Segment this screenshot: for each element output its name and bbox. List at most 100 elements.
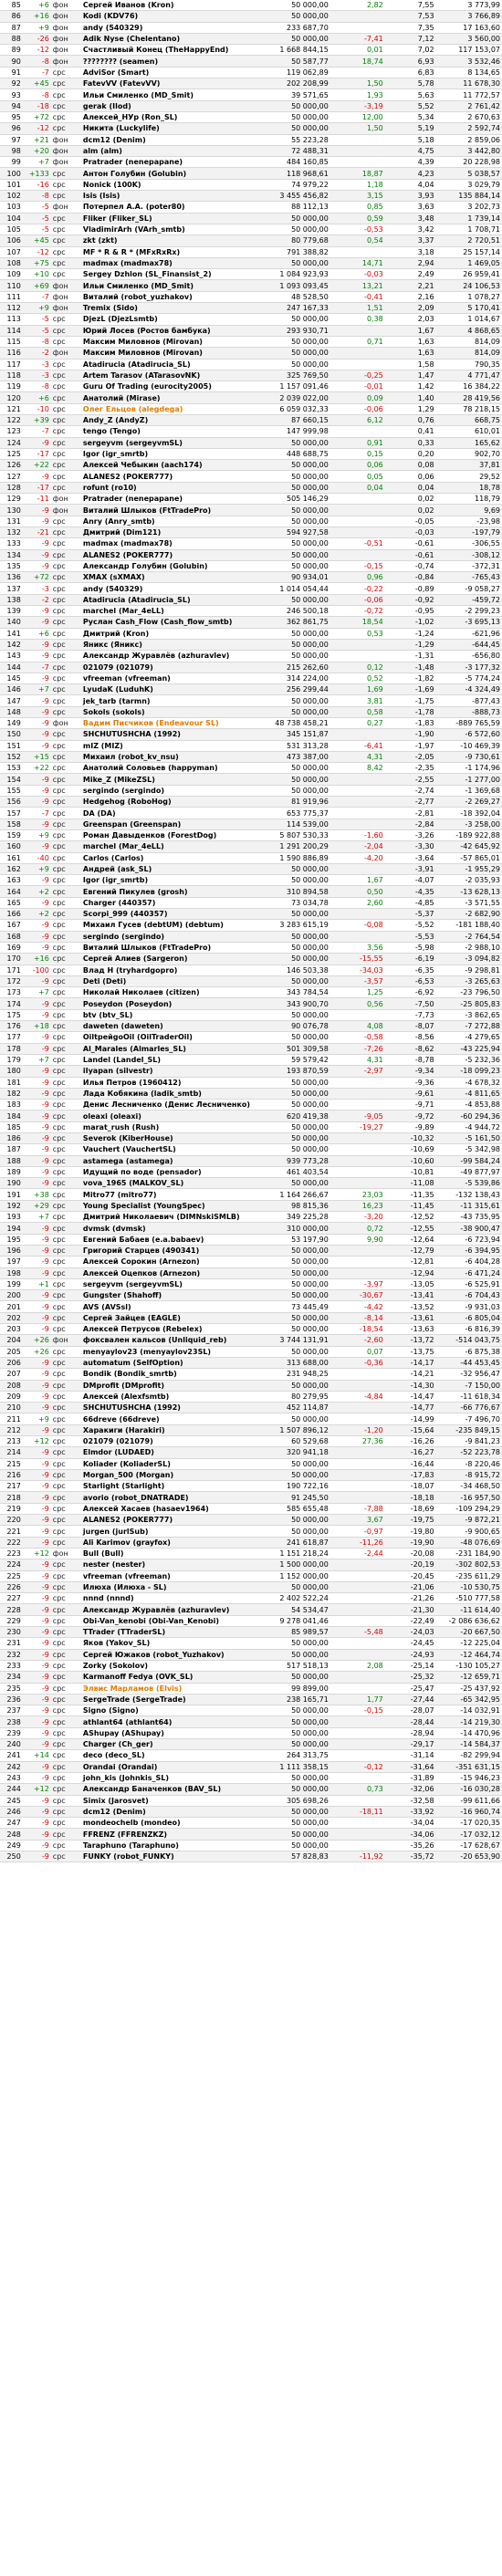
- participant-name-link[interactable]: madmax (madmax78): [80, 257, 259, 270]
- participant-name-link[interactable]: Hedgehog (RoboHog): [80, 796, 259, 808]
- participant-name-link[interactable]: Антон Голубин (Golubin): [80, 167, 259, 180]
- participant-name-link[interactable]: фоксвален кальсов (Unliquid_reb): [80, 1334, 259, 1347]
- participant-name-link[interactable]: Ali Karimov (grayfox): [80, 1537, 259, 1549]
- participant-name-link[interactable]: Ильи Смиленко (MD_Smit): [80, 279, 259, 292]
- participant-name-link[interactable]: Simix (Jarosvet): [80, 1795, 259, 1807]
- participant-name-link[interactable]: sergeyvm (sergeyvmSL): [80, 1278, 259, 1291]
- participant-name-link[interactable]: zkt (zkt): [80, 235, 259, 247]
- participant-name-link[interactable]: Лада Кобякина (ladik_smtb): [80, 1088, 259, 1100]
- participant-name-link[interactable]: DjezL (DjezLsmtb): [80, 313, 259, 326]
- participant-name-link[interactable]: Igor (igr_smrtb): [80, 874, 259, 887]
- participant-name-link[interactable]: Илюха (Илюха - SL): [80, 1581, 259, 1594]
- participant-name-link[interactable]: automatum (SelfOption): [80, 1357, 259, 1370]
- participant-name-link[interactable]: mIZ (MIZ): [80, 740, 259, 752]
- participant-name-link[interactable]: 021079 (021079): [80, 662, 259, 673]
- participant-name-link[interactable]: athlant64 (athlant64): [80, 1716, 259, 1728]
- participant-name-link[interactable]: FatevVV (FatevVV): [80, 78, 259, 90]
- participant-name-link[interactable]: Григорий Старцев (490341): [80, 1245, 259, 1257]
- participant-name-link[interactable]: ALANES2 (POKER777): [80, 549, 259, 561]
- participant-name-link[interactable]: vfreeman (vfreeman): [80, 1570, 259, 1582]
- participant-name-link[interactable]: marchel (Mar_4eLL): [80, 605, 259, 618]
- participant-name-link[interactable]: Igor (igr_smrtb): [80, 448, 259, 461]
- participant-name-link[interactable]: Никита (Luckylife): [80, 122, 259, 135]
- participant-name-link[interactable]: Юрий Лосев (Ростов бамбука): [80, 325, 259, 337]
- participant-name-link[interactable]: Идущий по воде (pensador): [80, 1166, 259, 1179]
- participant-name-link[interactable]: vova_1965 (MALKOV_SL): [80, 1177, 259, 1190]
- participant-name-link[interactable]: nnnd (nnnd): [80, 1592, 259, 1605]
- participant-name-link[interactable]: XMAX (sXMAX): [80, 571, 259, 584]
- participant-name-link[interactable]: Илья Петров (1960412): [80, 1077, 259, 1089]
- participant-name-link[interactable]: DA (DA): [80, 807, 259, 819]
- participant-name-link[interactable]: LyudaK (LuduhK): [80, 683, 259, 696]
- participant-name-link[interactable]: Vauchert (VauchertSL): [80, 1143, 259, 1156]
- participant-name-link[interactable]: jurgen (jurlSub): [80, 1525, 259, 1538]
- participant-name-link[interactable]: Orandai (Orandai): [80, 1761, 259, 1773]
- participant-name-link[interactable]: SHCHUTUSHCHA (1992): [80, 1402, 259, 1414]
- participant-name-link[interactable]: Artem Tarasov (ATarasovNK): [80, 370, 259, 382]
- participant-name-link[interactable]: Isis (Isis): [80, 190, 259, 203]
- participant-name-link[interactable]: Young Specialist (YoungSpec): [80, 1200, 259, 1213]
- participant-name-link[interactable]: Andy_Z (AndyZ): [80, 414, 259, 427]
- participant-name-link[interactable]: deco (deco_SL): [80, 1749, 259, 1762]
- participant-name-link[interactable]: menyaylov23 (menyaylov23SL): [80, 1346, 259, 1358]
- participant-name-link[interactable]: Денис Лесниченко (Денис Лесниченко): [80, 1099, 259, 1111]
- participant-name-link[interactable]: dcm12 (Denim): [80, 1806, 259, 1819]
- participant-name-link[interactable]: Nonick (100K): [80, 179, 259, 192]
- participant-name-link[interactable]: Вадим Писчиков (Endeavour SL): [80, 717, 259, 730]
- participant-name-link[interactable]: Poseydon (Poseydon): [80, 997, 259, 1010]
- participant-name-link[interactable]: ???????? (seamen): [80, 55, 259, 68]
- participant-name-link[interactable]: Максим Миловнов (Mirovan): [80, 347, 259, 360]
- participant-name-link[interactable]: OiltpeйgoOil (OilTraderOil): [80, 1031, 259, 1044]
- participant-name-link[interactable]: Atadirucia (Atadirucia_SL): [80, 594, 259, 607]
- participant-name-link[interactable]: Tremix (Sido): [80, 302, 259, 315]
- participant-name-link[interactable]: Сергей Алиев (Sargeron): [80, 953, 259, 965]
- participant-name-link[interactable]: Bondik (Bondik_smrtb): [80, 1368, 259, 1381]
- participant-name-link[interactable]: Greenspan (Greenspan): [80, 819, 259, 830]
- participant-name-link[interactable]: Виталий (robot_yuzhakov): [80, 291, 259, 304]
- participant-name-link[interactable]: Signo (Signo): [80, 1705, 259, 1717]
- participant-name-link[interactable]: john_kis (Johnkis_SL): [80, 1772, 259, 1785]
- participant-name-link[interactable]: AShupay (AShupay): [80, 1727, 259, 1740]
- participant-name-link[interactable]: VladimirArh (VArh_smtb): [80, 224, 259, 236]
- participant-name-link[interactable]: Дмитрий (Dim121): [80, 527, 259, 539]
- participant-name-link[interactable]: MF * R & R * (MFxRxRx): [80, 246, 259, 258]
- participant-name-link[interactable]: Fliker (Fliker_SL): [80, 213, 259, 224]
- participant-name-link[interactable]: Алексей Сорокин (Arnezon): [80, 1256, 259, 1268]
- participant-name-link[interactable]: Николай Николаев (citizen): [80, 986, 259, 999]
- participant-name-link[interactable]: Элвис Марламов (Elvis): [80, 1683, 259, 1695]
- participant-name-link[interactable]: Александр Журавлёв (azhuravlev): [80, 1603, 259, 1616]
- participant-name-link[interactable]: DMprofit (DMprofit): [80, 1380, 259, 1392]
- participant-name-link[interactable]: jek_tarb (tarmn): [80, 694, 259, 707]
- participant-name-link[interactable]: avorio (robot_DNATRADE): [80, 1491, 259, 1504]
- participant-name-link[interactable]: oleaxi (oleaxi): [80, 1110, 259, 1122]
- participant-name-link[interactable]: Sergey Dzhlon (SL_Finansist_2): [80, 268, 259, 281]
- participant-name-link[interactable]: 66dreve (66dreve): [80, 1413, 259, 1425]
- participant-name-link[interactable]: TTrader (TTraderSL): [80, 1626, 259, 1639]
- participant-name-link[interactable]: 021079 (021079): [80, 1435, 259, 1448]
- participant-name-link[interactable]: Scorpi_999 (440357): [80, 908, 259, 921]
- participant-name-link[interactable]: ALANES2 (POKER777): [80, 1514, 259, 1527]
- participant-name-link[interactable]: madmax (madmax78): [80, 537, 259, 550]
- participant-name-link[interactable]: Anry (Anry_smtb): [80, 516, 259, 527]
- participant-name-link[interactable]: Charger (Ch_ger): [80, 1738, 259, 1751]
- participant-name-link[interactable]: Анатолий Соловьев (happyman): [80, 762, 259, 775]
- participant-name-link[interactable]: Taraphuno (Taraphuno): [80, 1840, 259, 1851]
- participant-name-link[interactable]: rofunt (ro10): [80, 482, 259, 495]
- participant-name-link[interactable]: Charger (440357): [80, 897, 259, 910]
- participant-name-link[interactable]: Сергей Иванов (Kron): [80, 0, 259, 12]
- participant-name-link[interactable]: FFRENZ (FFRENZKZ): [80, 1828, 259, 1841]
- participant-name-link[interactable]: Mitro77 (mitro77): [80, 1188, 259, 1201]
- participant-name-link[interactable]: iIyapan (silvestr): [80, 1065, 259, 1078]
- participant-name-link[interactable]: Pratrader (nenepapane): [80, 156, 259, 169]
- participant-name-link[interactable]: AVS (AVSsl): [80, 1300, 259, 1313]
- participant-name-link[interactable]: Ильи Смиленко (MD_Smit): [80, 89, 259, 101]
- participant-name-link[interactable]: Олег Ельцов (alegdega): [80, 403, 259, 415]
- participant-name-link[interactable]: dvmsk (dvmsk): [80, 1222, 259, 1235]
- participant-name-link[interactable]: Landel (Landel_SL): [80, 1054, 259, 1067]
- participant-name-link[interactable]: Sokols (sokols): [80, 706, 259, 719]
- participant-name-link[interactable]: Сергей Зайцев (EAGLE): [80, 1312, 259, 1325]
- participant-name-link[interactable]: alm (alm): [80, 145, 259, 158]
- participant-name-link[interactable]: SergeTrade (SergeTrade): [80, 1694, 259, 1706]
- participant-name-link[interactable]: Алексей Хасаев (hasaev1964): [80, 1503, 259, 1516]
- participant-name-link[interactable]: Яков (Yakov_SL): [80, 1637, 259, 1650]
